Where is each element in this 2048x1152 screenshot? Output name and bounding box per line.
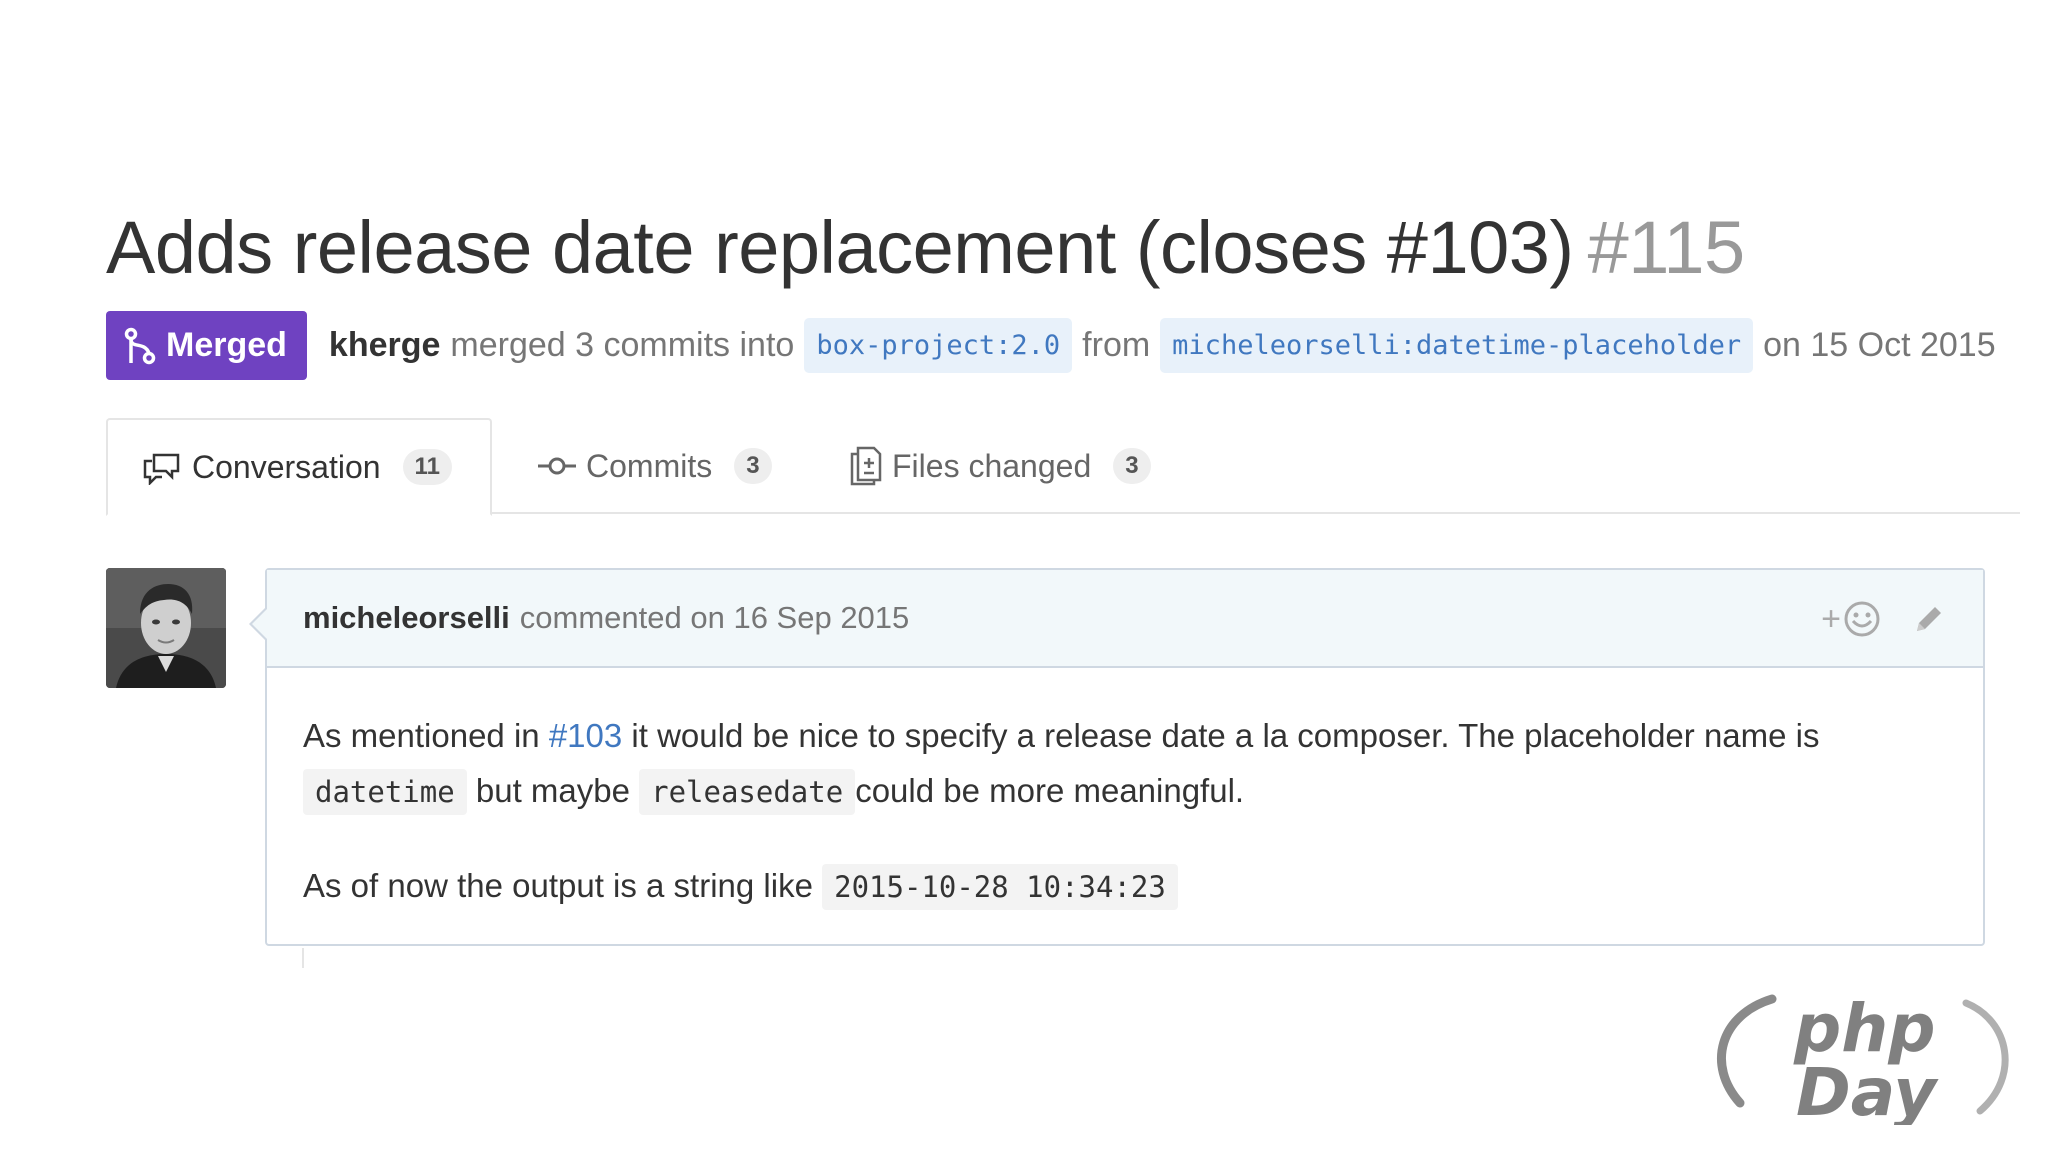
logo-line2: Day (1796, 1054, 1939, 1125)
git-merge-icon (124, 327, 156, 364)
issue-link[interactable]: #103 (549, 717, 622, 754)
head-branch[interactable]: micheleorselli:datetime-placeholder (1160, 318, 1754, 373)
inline-code: datetime (303, 769, 467, 815)
tab-counter: 11 (402, 449, 452, 485)
comment-pointer (249, 606, 268, 642)
tab-conversation[interactable]: Conversation 11 (106, 418, 492, 516)
comment-text: As mentioned in (303, 717, 540, 754)
comment-header: micheleorselli commented on 16 Sep 2015 … (249, 570, 1983, 668)
tab-counter: 3 (734, 448, 772, 484)
user-portrait-icon (106, 568, 226, 688)
comment-text: could be more meaningful. (855, 772, 1245, 809)
pr-title-text: Adds release date replacement (closes #1… (106, 206, 1574, 289)
comment-text: As of now the output is a string like (303, 867, 813, 904)
merged-by-link[interactable]: kherge (329, 326, 441, 365)
pull-request-page: Adds release date replacement (closes #1… (0, 0, 2048, 1152)
comment-author-link[interactable]: micheleorselli (303, 600, 510, 636)
add-reaction-button[interactable]: + (1821, 600, 1881, 639)
pencil-icon[interactable] (1911, 601, 1947, 637)
comment-text: it would be nice to specify a release da… (631, 717, 1820, 754)
tab-files-changed[interactable]: Files changed 3 (850, 418, 1151, 514)
avatar[interactable] (106, 568, 226, 688)
page-title: Adds release date replacement (closes #1… (106, 205, 1745, 290)
inline-code: releasedate (639, 769, 856, 815)
comment-actions: + (1821, 570, 1947, 668)
tab-label: Conversation (192, 448, 381, 485)
inline-code: 2015-10-28 10:34:23 (822, 864, 1178, 910)
diff-icon (850, 446, 882, 486)
tab-label: Commits (586, 447, 713, 484)
tab-label: Files changed (892, 447, 1092, 484)
pr-meta: Merged kherge merged 3 commits into box-… (106, 311, 2006, 380)
pr-number: #115 (1587, 206, 1746, 289)
comment-text: but maybe (475, 772, 630, 809)
comment-paragraph: As of now the output is a string like 20… (303, 858, 1947, 915)
comment-box: micheleorselli commented on 16 Sep 2015 … (249, 568, 1985, 946)
state-label: Merged (166, 326, 287, 364)
merged-badge: Merged (106, 311, 307, 380)
base-branch[interactable]: box-project:2.0 (804, 318, 1073, 373)
git-commit-icon (538, 457, 576, 475)
pr-tabs: Conversation 11 Commits 3 Files changed … (106, 418, 2020, 516)
comment-body: As mentioned in #103 it would be nice to… (267, 668, 1983, 955)
tab-commits[interactable]: Commits 3 (538, 418, 772, 514)
tab-counter: 3 (1113, 448, 1151, 484)
reaction-plus: + (1821, 599, 1841, 638)
smiley-icon (1844, 601, 1880, 637)
comment-discussion-icon (143, 453, 180, 485)
merge-text: merged 3 commits into (450, 326, 795, 364)
comment-paragraph: As mentioned in #103 it would be nice to… (303, 708, 1947, 820)
merge-date: on 15 Oct 2015 (1763, 326, 1996, 364)
from-text: from (1082, 326, 1151, 364)
timeline-line (302, 948, 304, 968)
phpday-logo: php Day (1717, 990, 2009, 1125)
comment-meta[interactable]: commented on 16 Sep 2015 (520, 600, 910, 636)
